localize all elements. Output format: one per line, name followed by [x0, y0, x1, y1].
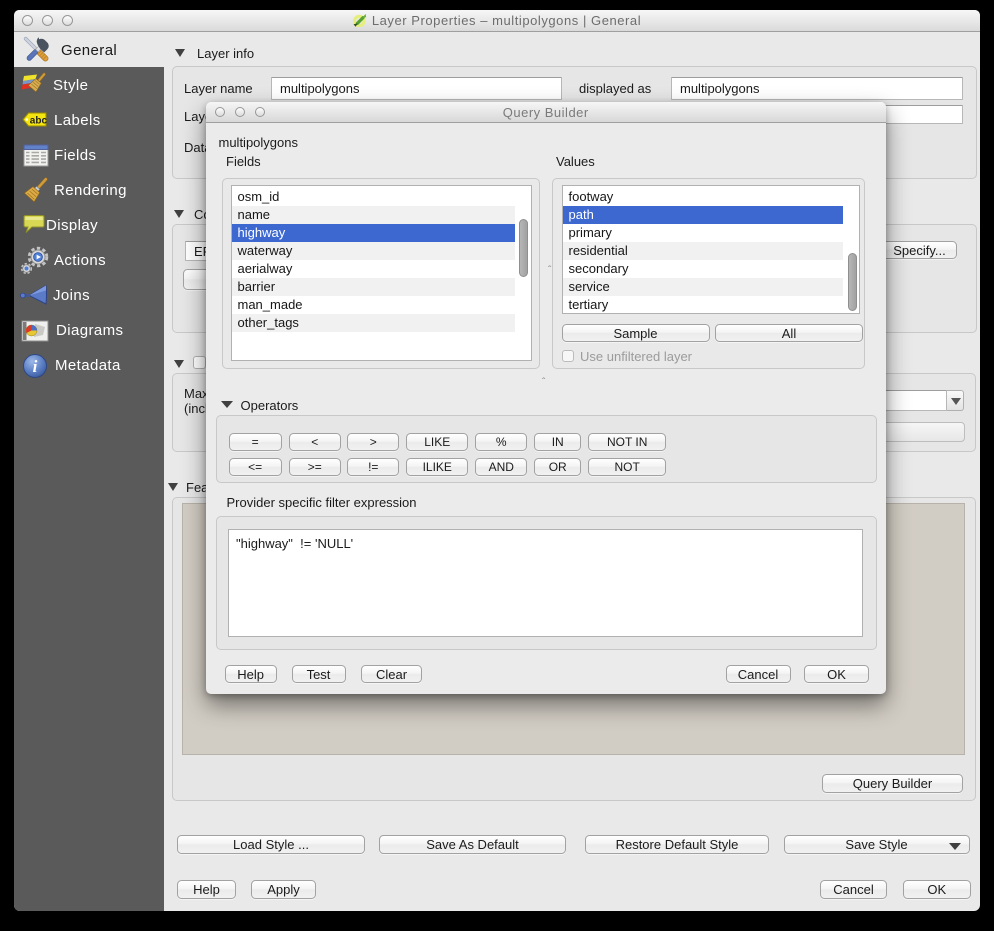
svg-text:abc: abc — [30, 116, 48, 127]
svg-text:i: i — [33, 357, 38, 376]
